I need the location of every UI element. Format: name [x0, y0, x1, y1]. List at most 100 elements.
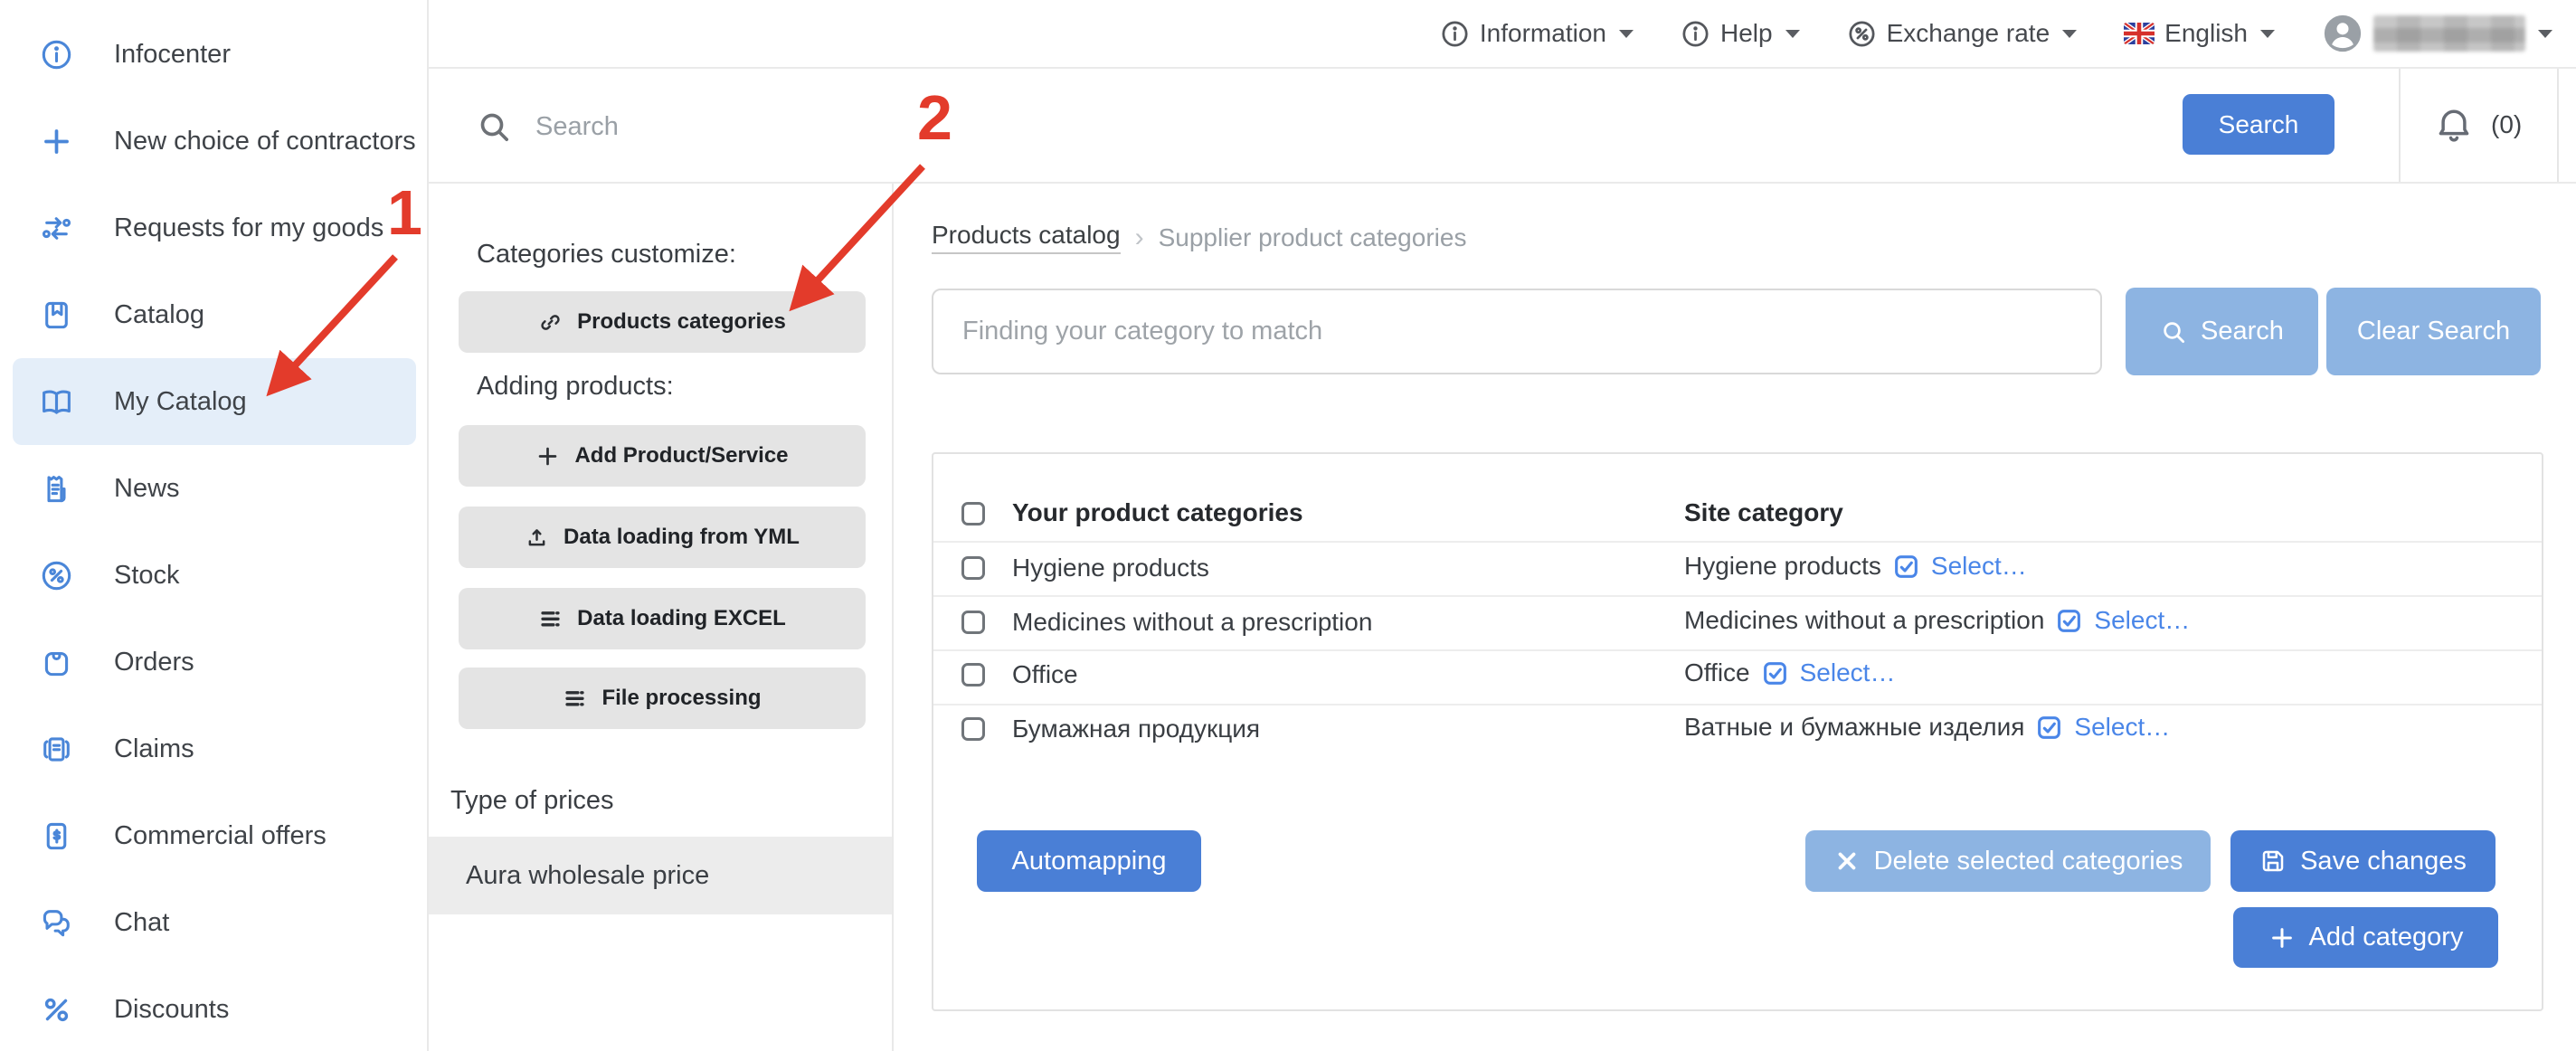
news-icon	[40, 472, 73, 506]
plus-icon	[535, 444, 560, 469]
bell-icon[interactable]	[2433, 105, 2475, 147]
row-checkbox[interactable]	[961, 611, 985, 634]
avatar	[2322, 13, 2363, 54]
sidebar-item-label: Requests for my goods	[114, 213, 384, 242]
select-all-checkbox[interactable]	[961, 502, 985, 526]
category-filter-input[interactable]	[932, 289, 2102, 374]
divider	[2399, 69, 2401, 182]
claims-icon	[40, 733, 73, 766]
open-book-icon	[40, 385, 73, 419]
sidebar-item-discounts[interactable]: Discounts	[13, 966, 416, 1051]
percent-circle-icon	[40, 559, 73, 592]
global-search-bar: Search (0)	[429, 69, 2576, 184]
checked-checkbox-icon[interactable]	[2035, 714, 2063, 742]
products-categories-button[interactable]: Products categories	[459, 291, 866, 353]
sidebar-item-stock[interactable]: Stock	[13, 532, 416, 619]
sidebar-item-claims[interactable]: Claims	[13, 705, 416, 792]
sidebar-item-news[interactable]: News	[13, 445, 416, 532]
row-checkbox[interactable]	[961, 717, 985, 741]
data-loading-yml-button[interactable]: Data loading from YML	[459, 507, 866, 568]
delete-selected-categories-button[interactable]: Delete selected categories	[1805, 830, 2211, 892]
sidebar-item-requests-for-my-goods[interactable]: Requests for my goods	[13, 185, 416, 271]
sidebar-item-commercial-offers[interactable]: Commercial offers	[13, 792, 416, 879]
delete-selected-label: Delete selected categories	[1873, 846, 2183, 876]
site-category-cell: Hygiene products Select…	[1684, 552, 2027, 581]
uk-flag-icon	[2124, 23, 2155, 44]
row-divider	[933, 704, 2542, 705]
sidebar-item-label: Orders	[114, 647, 194, 677]
your-category-cell: Бумажная продукция	[1012, 715, 1261, 743]
column-header-site-category: Site category	[1684, 498, 1843, 526]
select-category-link[interactable]: Select…	[1800, 658, 1896, 687]
x-icon	[1833, 847, 1861, 875]
select-category-link[interactable]: Select…	[2094, 606, 2190, 635]
percent-icon	[40, 993, 73, 1027]
annotation-number-2: 2	[917, 82, 952, 153]
help-label: Help	[1719, 19, 1773, 47]
info-icon	[1440, 19, 1470, 49]
breadcrumb-products-catalog[interactable]: Products catalog	[932, 221, 1121, 254]
app-window: Infocenter New choice of contractors Req…	[0, 0, 2576, 1051]
language-menu[interactable]: English	[2124, 19, 2275, 48]
save-changes-label: Save changes	[2300, 846, 2467, 876]
sidebar-item-label: Catalog	[114, 299, 204, 329]
sidebar-item-infocenter[interactable]: Infocenter	[13, 11, 416, 98]
automapping-button[interactable]: Automapping	[977, 830, 1201, 892]
table-rows-icon	[538, 607, 563, 631]
add-product-service-button[interactable]: Add Product/Service	[459, 425, 866, 487]
checked-checkbox-icon[interactable]	[2055, 607, 2083, 635]
search-icon	[2160, 318, 2187, 346]
offer-icon	[40, 819, 73, 853]
checked-checkbox-icon[interactable]	[1761, 659, 1789, 687]
row-checkbox[interactable]	[961, 663, 985, 686]
search-icon	[476, 109, 512, 145]
information-label: Information	[1479, 19, 1606, 47]
filter-search-button[interactable]: Search	[2126, 288, 2318, 375]
categories-table-card: Your product categories Site category Hy…	[932, 452, 2543, 1011]
information-menu[interactable]: Information	[1440, 19, 1634, 49]
top-bar: Information Help Exchange rate English	[429, 0, 2576, 69]
global-search-button[interactable]: Search	[2183, 94, 2334, 155]
row-checkbox[interactable]	[961, 556, 985, 580]
sidebar-item-catalog[interactable]: Catalog	[13, 271, 416, 358]
price-type-item-aura-wholesale[interactable]: Aura wholesale price	[429, 837, 892, 914]
exchange-rate-label: Exchange rate	[1886, 19, 2050, 47]
sidebar-item-new-choice-of-contractors[interactable]: New choice of contractors	[13, 98, 416, 185]
sidebar-item-chat[interactable]: Chat	[13, 879, 416, 966]
select-category-link[interactable]: Select…	[1931, 552, 2027, 581]
sidebar-item-orders[interactable]: Orders	[13, 619, 416, 705]
sidebar-menu: Infocenter New choice of contractors Req…	[0, 11, 429, 1051]
file-processing-button[interactable]: File processing	[459, 668, 866, 729]
select-category-link[interactable]: Select…	[2074, 713, 2170, 742]
row-divider	[933, 595, 2542, 597]
file-processing-label: File processing	[601, 686, 762, 710]
username-blurred	[2373, 15, 2525, 52]
price-type-label: Aura wholesale price	[466, 860, 710, 890]
sidebar-item-label: Discounts	[114, 994, 230, 1024]
upload-icon	[525, 526, 549, 550]
row-divider	[933, 541, 2542, 543]
checked-checkbox-icon[interactable]	[1892, 553, 1920, 581]
data-loading-excel-button[interactable]: Data loading EXCEL	[459, 588, 866, 649]
column-header-your-categories: Your product categories	[1012, 498, 1303, 526]
chevron-down-icon	[2538, 29, 2552, 38]
site-category-cell: Medicines without a prescription Select…	[1684, 606, 2190, 635]
bag-icon	[40, 646, 73, 679]
save-changes-button[interactable]: Save changes	[2230, 830, 2496, 892]
site-category-value: Medicines without a prescription	[1684, 606, 2045, 634]
exchange-rate-menu[interactable]: Exchange rate	[1847, 19, 2078, 49]
notification-count: (0)	[2491, 110, 2523, 138]
data-loading-yml-label: Data loading from YML	[564, 525, 800, 549]
sidebar-item-my-catalog[interactable]: My Catalog	[13, 358, 416, 445]
breadcrumb: Products catalog › Supplier product cate…	[932, 221, 1466, 254]
filter-search-label: Search	[2201, 317, 2284, 346]
user-menu[interactable]	[2322, 13, 2552, 54]
tools-panel: Categories customize: Products categorie…	[429, 184, 894, 1051]
adding-products-heading: Adding products:	[477, 372, 674, 401]
clear-search-button[interactable]: Clear Search	[2326, 288, 2541, 375]
your-category-cell: Hygiene products	[1012, 554, 1209, 582]
add-category-button[interactable]: Add category	[2233, 907, 2498, 968]
your-category-cell: Office	[1012, 660, 1078, 688]
help-menu[interactable]: Help	[1681, 19, 1800, 49]
global-search-input[interactable]	[534, 96, 1894, 157]
